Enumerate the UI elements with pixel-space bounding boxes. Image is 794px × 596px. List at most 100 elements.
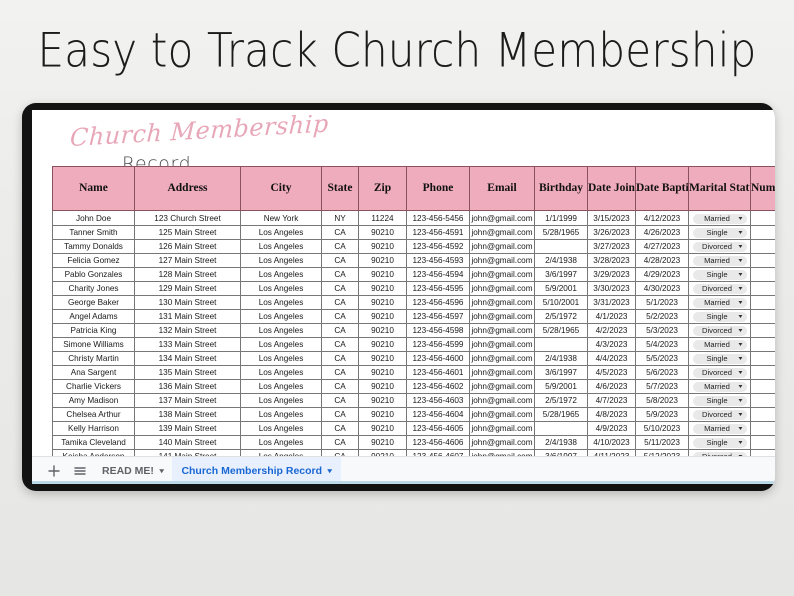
sheet-tab-church-membership-record[interactable]: Church Membership Record ▾ — [172, 456, 341, 484]
cell-email: john@gmail.com — [469, 407, 535, 422]
chevron-down-icon[interactable]: ▾ — [739, 340, 743, 350]
chevron-down-icon[interactable]: ▾ — [739, 326, 743, 336]
cell-marital_status[interactable]: Single ▾ — [688, 435, 751, 450]
table-row: Angel Adams 131 Main Street Los Angeles CA 9… — [52, 309, 775, 324]
column-header-marital_status[interactable]: Marital Status — [688, 166, 751, 211]
chevron-down-icon[interactable]: ▾ — [739, 214, 743, 224]
cell-number_of_children: 2 — [750, 239, 775, 254]
chevron-down-icon[interactable]: ▾ — [739, 228, 743, 238]
marital_status-dropdown[interactable]: Married ▾ — [692, 256, 747, 266]
table-row: Amy Madison 137 Main Street Los Angeles CA 9… — [52, 393, 775, 408]
column-header-email[interactable]: Email — [469, 166, 535, 211]
marital_status-dropdown[interactable]: Single ▾ — [692, 438, 747, 448]
cell-date_joined: 4/8/2023 — [587, 407, 636, 422]
chevron-down-icon[interactable]: ▾ — [739, 438, 743, 448]
cell-address: 123 Church Street — [134, 210, 241, 226]
marital_status-dropdown[interactable]: Divorced ▾ — [692, 326, 747, 336]
chevron-down-icon[interactable]: ▾ — [739, 312, 743, 322]
cell-state: CA — [321, 435, 359, 450]
cell-marital_status[interactable]: Divorced ▾ — [688, 407, 751, 422]
marital_status-dropdown[interactable]: Married ▾ — [692, 340, 747, 350]
chevron-down-icon[interactable]: ▾ — [739, 284, 743, 294]
cell-date_joined: 4/7/2023 — [587, 393, 636, 408]
chevron-down-icon[interactable]: ▾ — [739, 298, 743, 308]
column-header-phone[interactable]: Phone — [406, 166, 470, 211]
marital_status-dropdown[interactable]: Single ▾ — [692, 396, 747, 406]
cell-number_of_children: 4 — [750, 281, 775, 296]
chevron-down-icon[interactable]: ▾ — [739, 256, 743, 266]
marital_status-dropdown[interactable]: Single ▾ — [692, 270, 747, 280]
cell-number_of_children: 2 — [750, 351, 775, 366]
column-header-date_joined[interactable]: Date Joined — [587, 166, 636, 211]
cell-marital_status[interactable]: Single ▾ — [688, 267, 751, 282]
cell-marital_status[interactable]: Divorced ▾ — [688, 281, 751, 296]
chevron-down-icon[interactable]: ▾ — [739, 242, 743, 252]
cell-number_of_children: 4 — [750, 309, 775, 324]
cell-marital_status[interactable]: Single ▾ — [688, 393, 751, 408]
cell-marital_status[interactable]: Married ▾ — [688, 337, 751, 352]
chevron-down-icon[interactable]: ▾ — [159, 467, 163, 475]
cell-marital_status[interactable]: Divorced ▾ — [688, 239, 751, 254]
cell-marital_status[interactable]: Divorced ▾ — [688, 323, 751, 338]
marital_status-dropdown[interactable]: Married ▾ — [692, 424, 747, 434]
cell-marital_status[interactable]: Single ▾ — [688, 225, 751, 240]
cell-marital_status[interactable]: Married ▾ — [688, 253, 751, 268]
column-header-number_of_children[interactable]: Number of Children — [750, 166, 775, 211]
marital_status-dropdown[interactable]: Single ▾ — [692, 312, 747, 322]
cell-marital_status[interactable]: Single ▾ — [688, 351, 751, 366]
chevron-down-icon[interactable]: ▾ — [739, 368, 743, 378]
cell-zip: 90210 — [358, 239, 407, 254]
cell-name: Tammy Donalds — [52, 239, 135, 254]
cell-phone: 123-456-4597 — [406, 309, 470, 324]
chevron-down-icon[interactable]: ▾ — [739, 382, 743, 392]
cell-zip: 90210 — [358, 421, 407, 436]
chevron-down-icon[interactable]: ▾ — [739, 270, 743, 280]
sheet-tab-read-me[interactable]: READ ME! ▾ — [93, 457, 172, 485]
cell-birthday: 2/5/1972 — [534, 309, 588, 324]
chevron-down-icon[interactable]: ▾ — [739, 410, 743, 420]
marital_status-dropdown[interactable]: Divorced ▾ — [692, 368, 747, 378]
column-header-name[interactable]: Name — [52, 166, 135, 211]
marital_status-dropdown[interactable]: Married ▾ — [692, 382, 747, 392]
column-header-zip[interactable]: Zip — [358, 166, 407, 211]
cell-city: New York — [240, 210, 322, 226]
marital_status-dropdown[interactable]: Divorced ▾ — [692, 242, 747, 252]
cell-marital_status[interactable]: Single ▾ — [688, 309, 751, 324]
cell-marital_status[interactable]: Married ▾ — [688, 421, 751, 436]
cell-state: CA — [321, 239, 359, 254]
column-header-address[interactable]: Address — [134, 166, 241, 211]
cell-date_joined: 4/6/2023 — [587, 379, 636, 394]
marital_status-dropdown[interactable]: Single ▾ — [692, 228, 747, 238]
column-header-birthday[interactable]: Birthday — [534, 166, 588, 211]
cell-marital_status[interactable]: Married ▾ — [688, 295, 751, 310]
cell-zip: 90210 — [358, 337, 407, 352]
cell-marital_status[interactable]: Married ▾ — [688, 210, 751, 226]
column-header-date_baptized[interactable]: Date Baptized — [635, 166, 689, 211]
cell-email: john@gmail.com — [469, 239, 535, 254]
cell-phone: 123-456-4591 — [406, 225, 470, 240]
cell-number_of_children: 3 — [750, 323, 775, 338]
cell-name: Ana Sargent — [52, 365, 135, 380]
marital_status-dropdown[interactable]: Divorced ▾ — [692, 410, 747, 420]
column-header-state[interactable]: State — [321, 166, 359, 211]
marital_status-dropdown[interactable]: Married ▾ — [692, 213, 747, 224]
add-sheet-button[interactable] — [41, 458, 67, 484]
cell-date_joined: 3/26/2023 — [587, 225, 636, 240]
all-sheets-menu-button[interactable] — [67, 458, 93, 484]
cell-date_joined: 4/9/2023 — [587, 421, 636, 436]
cell-email: john@gmail.com — [469, 295, 535, 310]
chevron-down-icon[interactable]: ▾ — [739, 396, 743, 406]
cell-birthday: 3/6/1997 — [534, 365, 588, 380]
marital_status-value: Married — [704, 213, 730, 223]
column-header-city[interactable]: City — [240, 166, 322, 211]
workbook-logo: Church Membership Record — [69, 110, 329, 175]
marital_status-dropdown[interactable]: Single ▾ — [692, 354, 747, 364]
cell-marital_status[interactable]: Married ▾ — [688, 379, 751, 394]
cell-marital_status[interactable]: Divorced ▾ — [688, 365, 751, 380]
cell-email: john@gmail.com — [469, 365, 535, 380]
chevron-down-icon[interactable]: ▾ — [739, 354, 743, 364]
marital_status-dropdown[interactable]: Divorced ▾ — [692, 284, 747, 294]
chevron-down-icon[interactable]: ▾ — [739, 424, 743, 434]
marital_status-dropdown[interactable]: Married ▾ — [692, 298, 747, 308]
chevron-down-icon[interactable]: ▾ — [328, 467, 332, 475]
